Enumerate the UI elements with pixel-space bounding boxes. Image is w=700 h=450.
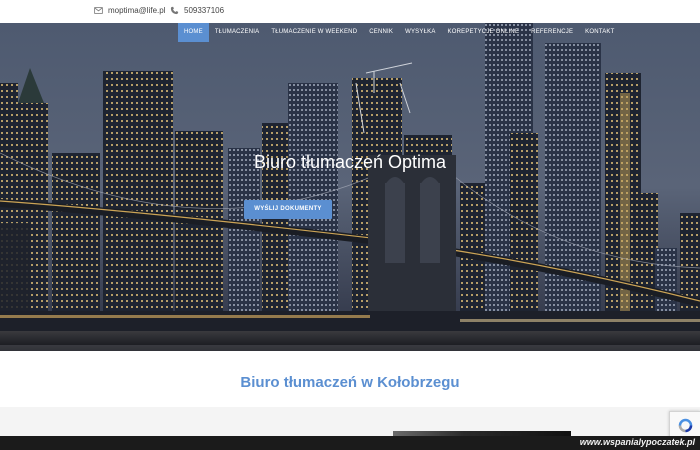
section-title: Biuro tłumaczeń w Kołobrzegu — [240, 374, 460, 391]
nav-item-home[interactable]: HOME — [178, 23, 209, 42]
nav-item-korepetycje-online[interactable]: KOREPETYCJE ONLINE — [442, 23, 526, 42]
envelope-icon — [94, 7, 103, 14]
nav-item-wysylka[interactable]: WYSYŁKA — [399, 23, 441, 42]
nav-item-referencje[interactable]: REFERENCJE — [525, 23, 579, 42]
main-navigation: HOME TŁUMACZENIA TŁUMACZENIE W WEEKEND C… — [178, 23, 620, 42]
nav-item-tlumaczenia[interactable]: TŁUMACZENIA — [209, 23, 266, 42]
phone-text: 509337106 — [184, 6, 225, 15]
contact-bar: moptima@life.pl 509337106 — [0, 0, 700, 23]
nav-item-kontakt[interactable]: KONTAKT — [579, 23, 620, 42]
recaptcha-badge[interactable] — [669, 411, 700, 439]
nav-item-tlumaczenie-w-weekend[interactable]: TŁUMACZENIE W WEEKEND — [265, 23, 363, 42]
hero-title: Biuro tłumaczeń Optima — [253, 152, 447, 172]
hero-banner: HOME TŁUMACZENIA TŁUMACZENIE W WEEKEND C… — [0, 23, 700, 351]
phone-icon — [170, 6, 179, 15]
watermark-text: www.wspanialypoczatek.pl — [579, 437, 695, 447]
city-skyline-image — [0, 23, 700, 351]
contact-phone[interactable]: 509337106 — [170, 6, 224, 15]
send-documents-button[interactable]: WYŚLIJ DOKUMENTY — [244, 200, 332, 219]
recaptcha-icon — [678, 418, 693, 433]
watermark-bar: www.wspanialypoczatek.pl — [0, 436, 700, 450]
email-text: moptima@life.pl — [108, 6, 166, 15]
contact-email[interactable]: moptima@life.pl — [94, 6, 165, 15]
nav-item-cennik[interactable]: CENNIK — [363, 23, 399, 42]
page: moptima@life.pl 509337106 HOME TŁUMACZEN… — [0, 0, 700, 450]
